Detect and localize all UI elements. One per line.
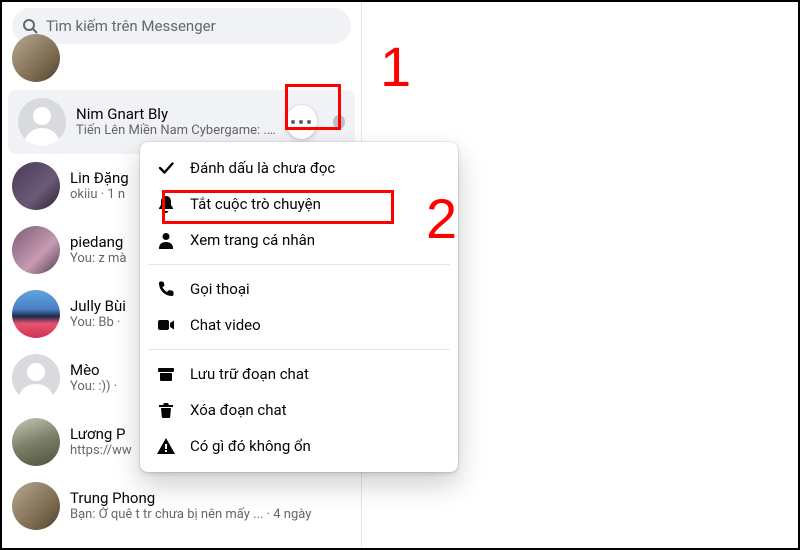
bell-icon <box>156 194 176 214</box>
menu-item-label: Chat video <box>190 316 261 334</box>
video-icon <box>156 315 176 335</box>
menu-item-label: Xem trang cá nhân <box>190 231 315 249</box>
avatar <box>12 226 60 274</box>
menu-item-view-profile[interactable]: Xem trang cá nhân <box>140 222 458 258</box>
avatar <box>12 354 60 402</box>
menu-item-label: Đánh dấu là chưa đọc <box>190 159 335 177</box>
delivered-icon <box>333 115 345 129</box>
menu-item-label: Gọi thoại <box>190 280 250 298</box>
menu-separator <box>148 264 450 265</box>
chat-name: Trung Phong <box>70 489 351 508</box>
menu-item-audio-call[interactable]: Gọi thoại <box>140 271 458 307</box>
conversation-context-menu: Đánh dấu là chưa đọc Tắt cuộc trò chuyện… <box>140 142 458 472</box>
annotation-number-1: 1 <box>380 34 411 99</box>
menu-item-delete[interactable]: Xóa đoạn chat <box>140 392 458 428</box>
warning-icon <box>156 436 176 456</box>
avatar <box>12 162 60 210</box>
avatar <box>12 418 60 466</box>
person-icon <box>156 230 176 250</box>
menu-item-report[interactable]: Có gì đó không ổn <box>140 428 458 464</box>
chat-item[interactable]: Trung Phong Bạn: Ở quê t tr chưa bị nên … <box>2 474 361 538</box>
avatar <box>18 98 66 146</box>
check-icon <box>156 158 176 178</box>
avatar <box>12 482 60 530</box>
trash-icon <box>156 400 176 420</box>
chat-item[interactable] <box>2 26 361 90</box>
menu-separator <box>148 349 450 350</box>
chat-name: Nim Gnart Bly <box>76 105 276 124</box>
phone-icon <box>156 279 176 299</box>
menu-item-mark-unread[interactable]: Đánh dấu là chưa đọc <box>140 150 458 186</box>
menu-item-label: Tắt cuộc trò chuyện <box>190 195 321 213</box>
avatar <box>12 290 60 338</box>
archive-icon <box>156 364 176 384</box>
menu-item-label: Lưu trữ đoạn chat <box>190 365 309 383</box>
menu-item-label: Có gì đó không ổn <box>190 437 311 455</box>
menu-item-label: Xóa đoạn chat <box>190 401 287 419</box>
avatar <box>12 34 60 82</box>
more-options-button[interactable] <box>286 105 316 139</box>
menu-item-archive[interactable]: Lưu trữ đoạn chat <box>140 356 458 392</box>
chat-preview: Bạn: Ở quê t tr chưa bị nên mấy ... · 4 … <box>70 507 351 523</box>
menu-item-video-call[interactable]: Chat video <box>140 307 458 343</box>
menu-item-mute[interactable]: Tắt cuộc trò chuyện <box>140 186 458 222</box>
chat-preview: Tiến Lên Miền Nam Cybergame: ... · 1 n <box>76 123 276 139</box>
